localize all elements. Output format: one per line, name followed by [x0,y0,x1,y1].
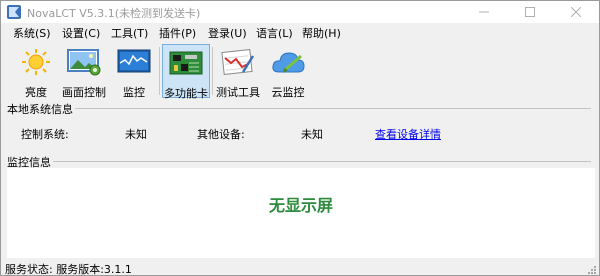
control-system-value: 未知 [125,128,147,141]
picture-control-icon [67,49,101,76]
tool-test-tools[interactable]: 测试工具 [215,44,261,99]
sun-icon [22,49,50,75]
tool-picture-control[interactable]: 画面控制 [61,44,107,99]
minimize-icon [479,11,489,13]
multifunction-card-icon [169,51,203,75]
tool-monitor-label: 监控 [123,86,145,99]
monitor-icon [117,49,151,73]
minimize-button[interactable] [461,1,507,23]
other-devices-label: 其他设备: [197,128,245,141]
menu-bar: 系统(S) 设置(C) 工具(T) 插件(P) 登录(U) 语言(L) 帮助(H… [1,23,599,41]
resize-grip-icon[interactable] [587,265,597,275]
test-tools-icon [221,49,255,75]
toolbar-separator [212,47,213,95]
tool-brightness[interactable]: 亮度 [13,44,59,99]
close-icon [571,7,581,17]
tool-monitor[interactable]: 监控 [111,44,157,99]
tool-brightness-label: 亮度 [25,86,47,99]
menu-login[interactable]: 登录(U) [208,25,247,41]
monitor-info-divider [7,161,591,162]
app-logo-icon [7,5,21,19]
other-devices-value: 未知 [301,128,323,141]
window-title: NovaLCT V5.3.1(未检测到发送卡) [27,7,201,20]
menu-plugins[interactable]: 插件(P) [159,25,196,41]
maximize-icon [525,7,535,17]
menu-system[interactable]: 系统(S) [13,25,51,41]
app-window: NovaLCT V5.3.1(未检测到发送卡) 系统(S) 设置(C) 工具(T… [0,0,600,276]
close-button[interactable] [553,1,599,23]
tool-cloud-monitor-label: 云监控 [271,86,305,99]
menu-language[interactable]: 语言(L) [256,25,293,41]
local-info-title: 本地系统信息 [7,101,75,117]
no-display-message: 无显示屏 [268,196,333,215]
menu-settings[interactable]: 设置(C) [62,25,100,41]
menu-help[interactable]: 帮助(H) [302,25,341,41]
tool-multifunction-card[interactable]: 多功能卡 [162,44,210,100]
tool-cloud-monitor[interactable]: 云监控 [265,44,311,99]
monitor-panel: 无显示屏 [7,168,595,258]
maximize-button[interactable] [507,1,553,23]
tool-multifunction-card-label: 多功能卡 [164,87,208,100]
title-bar[interactable]: NovaLCT V5.3.1(未检测到发送卡) [1,1,599,23]
tool-picture-control-label: 画面控制 [62,86,106,99]
cloud-monitor-icon [272,52,305,73]
tool-test-tools-label: 测试工具 [216,86,260,99]
toolbar-separator [159,47,160,95]
menu-tools[interactable]: 工具(T) [111,25,148,41]
status-bar-text: 服务状态: 服务版本:3.1.1 [5,263,132,276]
local-info-divider [7,108,591,109]
toolbar: 亮度 画面控制 监控 多功能卡 测试工具 云监控 [1,41,599,101]
control-system-label: 控制系统: [21,128,69,141]
view-device-details-link[interactable]: 查看设备详情 [375,126,441,142]
